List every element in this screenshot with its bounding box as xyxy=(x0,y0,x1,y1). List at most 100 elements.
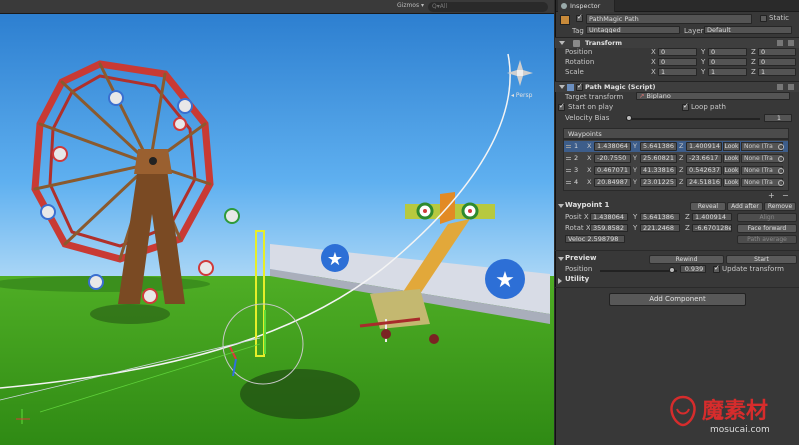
remove-button[interactable]: Remove xyxy=(764,202,796,211)
position-y-field[interactable]: 0 xyxy=(708,48,747,56)
waypoint-index: 2 xyxy=(574,154,579,162)
static-checkbox[interactable] xyxy=(760,15,767,22)
drag-handle-icon[interactable] xyxy=(566,157,571,160)
velocity-bias-slider[interactable] xyxy=(626,118,760,120)
drag-handle-icon[interactable] xyxy=(566,145,571,148)
waypoint-z-field[interactable]: -23.6617 xyxy=(686,154,722,163)
posit-y-field[interactable]: 5.641386 xyxy=(640,213,680,221)
list-item[interactable]: 4 X 20.84987 Y 23.01225 Z 24.51816 Look … xyxy=(564,177,788,188)
axis-y-label: Y xyxy=(701,58,706,66)
look-button[interactable]: Look xyxy=(723,154,740,163)
look-target-field[interactable]: None (Tra xyxy=(741,142,783,151)
scene-viewport[interactable]: ★ ★ ◂ Persp xyxy=(0,14,554,445)
preview-collapse-icon[interactable] xyxy=(558,257,564,261)
target-dot-icon[interactable] xyxy=(778,156,784,162)
waypoint-y-field[interactable]: 41.33816 xyxy=(640,166,677,175)
help-icon[interactable] xyxy=(777,84,783,90)
align-button[interactable]: Align xyxy=(737,213,797,222)
target-dot-icon[interactable] xyxy=(778,168,784,174)
target-dot-icon[interactable] xyxy=(778,180,784,186)
rotat-x-field[interactable]: 359.8582 xyxy=(590,224,628,232)
waypoint-x-field[interactable]: 20.84987 xyxy=(594,178,631,187)
target-transform-field[interactable]: ↗ Biplano xyxy=(636,92,790,100)
add-after-button[interactable]: Add after xyxy=(727,202,763,211)
add-waypoint-button[interactable]: + xyxy=(768,191,775,200)
list-item[interactable]: 2 X -20.7550 Y 25.60821 Z -23.6617 Look … xyxy=(564,153,788,164)
persp-label[interactable]: ◂ Persp xyxy=(511,92,532,99)
active-checkbox[interactable] xyxy=(576,13,583,22)
posit-z-field[interactable]: 1.400914 xyxy=(692,213,732,221)
rotat-z-field[interactable]: -6.670128e xyxy=(692,224,732,232)
velocity-field[interactable]: Veloc 2.598798 xyxy=(565,235,625,243)
scene-view[interactable]: Gizmos ▾ Q▾All ★ ★ ◂ Persp xyxy=(0,0,554,445)
transform-header[interactable]: Transform xyxy=(555,37,799,48)
axis-x-label: X xyxy=(587,142,592,150)
waypoint-z-field[interactable]: 0.542637 xyxy=(686,166,722,175)
waypoint-y-field[interactable]: 25.60821 xyxy=(640,154,677,163)
axis-y-label: Y xyxy=(633,178,637,186)
loop-path-checkbox[interactable] xyxy=(682,102,689,111)
posit-label: Posit X xyxy=(565,213,589,221)
position-x-field[interactable]: 0 xyxy=(658,48,697,56)
help-icon[interactable] xyxy=(777,40,783,46)
script-enabled-checkbox[interactable] xyxy=(576,82,583,91)
drag-handle-icon[interactable] xyxy=(566,181,571,184)
waypoint-y-field[interactable]: 5.641386 xyxy=(640,142,677,151)
waypoint-x-field[interactable]: 1.438064 xyxy=(594,142,631,151)
gear-icon[interactable] xyxy=(788,84,794,90)
drag-handle-icon[interactable] xyxy=(566,169,571,172)
layer-dropdown[interactable]: Default xyxy=(704,26,792,34)
waypoint-z-field[interactable]: 24.51816 xyxy=(686,178,722,187)
rotation-z-field[interactable]: 0 xyxy=(758,58,796,66)
pathmagic-header[interactable]: Path Magic (Script) xyxy=(555,81,799,92)
start-button[interactable]: Start xyxy=(726,255,797,264)
scale-z-field[interactable]: 1 xyxy=(758,68,796,76)
axis-y-label: Y xyxy=(701,48,706,56)
path-average-button[interactable]: Path average xyxy=(737,235,797,244)
update-transform-checkbox[interactable] xyxy=(713,264,720,273)
waypoint1-collapse-icon[interactable] xyxy=(558,204,564,208)
rotat-y-field[interactable]: 221.2468 xyxy=(640,224,680,232)
scale-x-field[interactable]: 1 xyxy=(658,68,697,76)
waypoint-x-field[interactable]: 0.467071 xyxy=(594,166,631,175)
list-item[interactable]: 3 X 0.467071 Y 41.33816 Z 0.542637 Look … xyxy=(564,165,788,176)
preview-position-field[interactable]: 0.939 xyxy=(680,265,706,273)
look-target-field[interactable]: None (Tra xyxy=(741,154,783,163)
posit-x-field[interactable]: 1.438064 xyxy=(590,213,628,221)
velocity-bias-field[interactable]: 1 xyxy=(764,114,792,122)
look-button[interactable]: Look xyxy=(723,178,740,187)
preview-title: Preview xyxy=(565,254,597,262)
tag-dropdown[interactable]: Untagged xyxy=(586,26,680,34)
preview-position-slider[interactable] xyxy=(600,270,677,272)
rewind-button[interactable]: Rewind xyxy=(649,255,724,264)
position-z-field[interactable]: 0 xyxy=(758,48,796,56)
start-on-play-checkbox[interactable] xyxy=(558,102,565,111)
scale-y-field[interactable]: 1 xyxy=(708,68,747,76)
gizmos-menu[interactable]: Gizmos ▾ xyxy=(397,2,424,9)
look-button[interactable]: Look xyxy=(723,142,740,151)
target-dot-icon[interactable] xyxy=(778,144,784,150)
look-target-field[interactable]: None (Tra xyxy=(741,178,783,187)
axis-z-label: Z xyxy=(751,48,756,56)
watermark-text: 魔素材 xyxy=(702,399,769,424)
gear-icon[interactable] xyxy=(788,40,794,46)
reveal-button[interactable]: Reveal xyxy=(690,202,726,211)
object-name-field[interactable]: PathMagic Path xyxy=(586,14,752,24)
tab-inspector[interactable]: Inspector xyxy=(558,0,616,12)
orientation-gizmo-icon[interactable] xyxy=(505,58,535,88)
waypoint-x-field[interactable]: -20.7550 xyxy=(594,154,631,163)
remove-waypoint-button[interactable]: − xyxy=(782,191,789,200)
waypoint-y-field[interactable]: 23.01225 xyxy=(640,178,677,187)
waypoints-label: Waypoints xyxy=(568,130,602,138)
scene-search-input[interactable]: Q▾All xyxy=(428,2,548,12)
face-forward-button[interactable]: Face forward xyxy=(737,224,797,233)
look-button[interactable]: Look xyxy=(723,166,740,175)
utility-expand-icon[interactable] xyxy=(558,278,562,284)
rotation-y-field[interactable]: 0 xyxy=(708,58,747,66)
look-target-field[interactable]: None (Tra xyxy=(741,166,783,175)
waypoint-z-field[interactable]: 1.400914 xyxy=(686,142,722,151)
rotation-x-field[interactable]: 0 xyxy=(658,58,697,66)
velocity-bias-knob[interactable] xyxy=(626,115,632,121)
list-item[interactable]: 1 X 1.438064 Y 5.641386 Z 1.400914 Look … xyxy=(564,141,788,152)
add-component-button[interactable]: Add Component xyxy=(609,293,746,306)
